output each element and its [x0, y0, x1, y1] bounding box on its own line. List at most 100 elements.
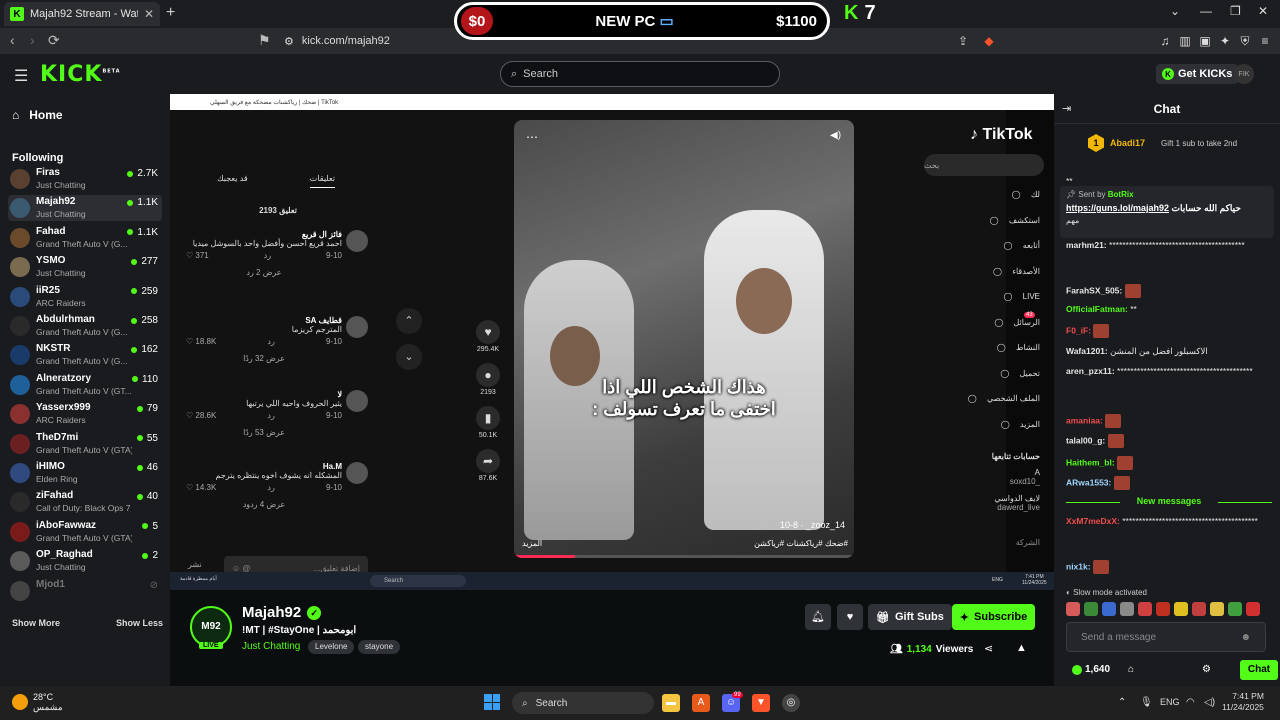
sidebar-channel[interactable]: Majah92 Just Chatting 1.1K — [8, 195, 162, 222]
chat-settings-gear-icon[interactable]: ⚙ — [1202, 664, 1211, 675]
volume-icon[interactable]: ◁) — [1204, 697, 1215, 708]
gifter-prompt[interactable]: Gift 1 sub to take 2nd — [1161, 139, 1237, 148]
pinned-message[interactable]: 📌︎ Sent by BotRix https://guns.lol/majah… — [1060, 186, 1274, 238]
brave-icon[interactable]: ▼ — [752, 694, 770, 712]
collapse-chat-icon[interactable]: ⇥ — [1062, 102, 1071, 115]
chat-username[interactable]: OfficialFatman: — [1066, 304, 1128, 314]
tab-close-icon[interactable]: ✕ — [144, 7, 154, 21]
sidebar-channel[interactable]: OP_Raghad Just Chatting 2 — [8, 548, 162, 574]
subscribe-button[interactable]: ✦ Subscribe — [952, 604, 1035, 630]
share-icon[interactable]: ⋖ — [984, 642, 993, 655]
chat-username[interactable]: nix1k: — [1066, 561, 1091, 571]
hamburger-menu-icon[interactable]: ☰ — [14, 66, 28, 86]
sidebar-channel[interactable]: iAboFawwaz Grand Theft Auto V (GTA) 5 — [8, 519, 162, 545]
emote-icon[interactable] — [1192, 602, 1206, 616]
sidebar-channel[interactable]: iHIMO Elden Ring 46 — [8, 460, 162, 486]
emote-icon[interactable] — [1138, 602, 1152, 616]
close-window-button[interactable]: ✕ — [1258, 4, 1268, 18]
reload-icon[interactable]: ⟳ — [48, 32, 60, 49]
sidebar-channel[interactable]: Yasserx999 ARC Raiders 79 — [8, 401, 162, 427]
tab-list-chevron-icon[interactable]: ⌄ — [1170, 4, 1180, 18]
report-icon[interactable]: ▲ — [1016, 642, 1027, 654]
sidebar-toggle-icon[interactable]: ▥ — [1178, 34, 1192, 48]
store-icon[interactable]: ⌂ — [1128, 664, 1134, 675]
chat-username[interactable]: FarahSX_505: — [1066, 285, 1122, 295]
chat-username[interactable]: marhm21: — [1066, 240, 1107, 250]
back-arrow-icon[interactable]: ‹ — [10, 32, 15, 48]
chat-username[interactable]: amaniaa: — [1066, 415, 1103, 425]
send-chat-button[interactable]: Chat — [1240, 660, 1278, 680]
emote-icon[interactable] — [1174, 602, 1188, 616]
emote-icon[interactable] — [1102, 602, 1116, 616]
follow-heart-icon[interactable]: ♥ — [837, 604, 863, 630]
wallet-icon[interactable]: ▣ — [1198, 34, 1212, 48]
pinned-link[interactable]: https://guns.lol/majah92 حياكم الله حساب… — [1066, 203, 1268, 214]
tray-chevron-icon[interactable]: ⌃ — [1118, 697, 1126, 708]
weather-widget[interactable]: 28°C مشمس — [12, 692, 63, 712]
sidebar-channel[interactable]: YSMO Just Chatting 277 — [8, 254, 162, 280]
forward-arrow-icon[interactable]: › — [30, 32, 35, 48]
brave-shield-icon[interactable]: ◆ — [982, 34, 996, 48]
media-icon[interactable]: ♫ — [1158, 34, 1172, 48]
chat-username[interactable]: XxM7meDxX: — [1066, 516, 1120, 526]
gifter-name[interactable]: Abadi17 — [1110, 138, 1145, 148]
sidebar-channel[interactable]: Mjod1 ⊘ — [8, 578, 162, 604]
tag-stayone[interactable]: stayone — [358, 640, 401, 654]
emote-icon[interactable] — [1156, 602, 1170, 616]
emote-icon[interactable] — [1210, 602, 1224, 616]
windows-start-icon[interactable] — [484, 694, 500, 710]
chat-username[interactable]: Wafa1201: — [1066, 346, 1108, 356]
chat-username[interactable]: ARwa1553: — [1066, 477, 1111, 487]
sidebar-channel[interactable]: Fahad Grand Theft Auto V (G... 1.1K — [8, 225, 162, 251]
sidebar-channel[interactable]: Abdulrhman Grand Theft Auto V (G... 258 — [8, 313, 162, 339]
notification-bell-icon[interactable]: 🔔︎ — [805, 604, 831, 630]
video-player[interactable]: ضحك | رياكشنات مضحكة مع فريق السهلي | Ti… — [170, 94, 1054, 590]
gift-subs-button[interactable]: 🎁︎ Gift Subs — [868, 604, 952, 630]
new-tab-button[interactable]: + — [166, 4, 175, 22]
microphone-icon[interactable]: 🎙︎ — [1140, 697, 1153, 708]
emote-icon[interactable] — [1084, 602, 1098, 616]
app-a-icon[interactable]: A — [692, 694, 710, 712]
chat-username[interactable]: Haithem_bl: — [1066, 457, 1115, 467]
search-input[interactable]: ⌕ Search — [500, 61, 780, 87]
sidebar-channel[interactable]: Alneratzory Grand Theft Auto V (GT... 110 — [8, 372, 162, 398]
sidebar-channel[interactable]: ziFahad Call of Duty: Black Ops 7 40 — [8, 489, 162, 515]
chat-username[interactable]: F0_iF: — [1066, 325, 1091, 335]
language-indicator[interactable]: ENG — [1160, 697, 1180, 707]
taskbar-search[interactable]: ⌕ Search — [512, 692, 654, 714]
chrome-icon[interactable]: ◎ — [782, 694, 800, 712]
show-less-button[interactable]: Show Less — [116, 618, 163, 628]
emote-icon[interactable] — [1228, 602, 1242, 616]
taskbar-clock[interactable]: 7:41 PM 11/24/2025 — [1222, 691, 1264, 713]
chat-username[interactable]: aren_pzx11: — [1066, 366, 1115, 376]
site-info-icon[interactable]: ⚙ — [284, 35, 294, 48]
chat-message-input[interactable]: Send a message ☻ — [1066, 622, 1266, 652]
extensions-icon[interactable]: ✦ — [1218, 34, 1232, 48]
browser-tab[interactable]: K Majah92 Stream - Watch Live ✕ — [4, 2, 160, 26]
wifi-icon[interactable]: ◠ — [1186, 697, 1195, 708]
menu-icon[interactable]: ≡ — [1258, 34, 1272, 48]
kick-logo[interactable]: KICKBETA — [40, 62, 121, 87]
tag-levelone[interactable]: Levelone — [308, 640, 355, 654]
show-more-button[interactable]: Show More — [12, 618, 60, 628]
emoji-icon[interactable]: ☻ — [1240, 632, 1251, 643]
new-messages-divider[interactable]: New messages — [1066, 496, 1272, 510]
get-kicks-button[interactable]: K Get KICKs — [1156, 64, 1239, 84]
profile-avatar[interactable]: FIK — [1234, 64, 1254, 84]
bookmark-icon[interactable]: ⚑ — [258, 32, 271, 49]
sidebar-channel[interactable]: Firas Just Chatting 2.7K — [8, 166, 162, 192]
kicks-balance[interactable]: 1,640 — [1072, 664, 1110, 675]
channel-name[interactable]: Majah92 ✓ — [242, 604, 322, 621]
emote-icon[interactable] — [1246, 602, 1260, 616]
vpn-icon[interactable]: ⛨ — [1238, 34, 1252, 48]
home-link[interactable]: ⌂ Home — [12, 108, 63, 122]
emote-icon[interactable] — [1066, 602, 1080, 616]
sidebar-channel[interactable]: NKSTR Grand Theft Auto V (G... 162 — [8, 342, 162, 368]
minimize-button[interactable]: — — [1200, 4, 1212, 18]
sidebar-channel[interactable]: iiR25 ARC Raiders 259 — [8, 284, 162, 310]
chat-username[interactable]: talal00_g: — [1066, 435, 1105, 445]
share-icon[interactable]: ⇪ — [956, 34, 970, 48]
sidebar-channel[interactable]: TheD7mi Grand Theft Auto V (GTA) 55 — [8, 431, 162, 457]
file-explorer-icon[interactable]: ▬ — [662, 694, 680, 712]
emote-icon[interactable] — [1120, 602, 1134, 616]
